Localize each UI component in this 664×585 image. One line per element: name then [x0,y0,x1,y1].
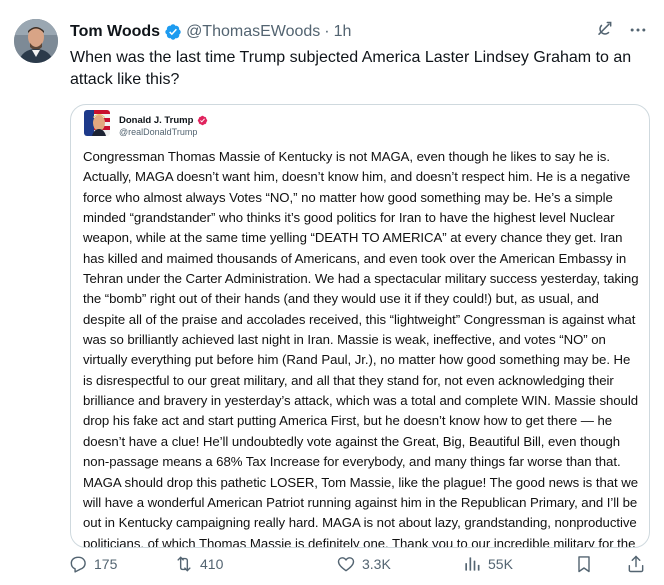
like-button[interactable]: 3.3K [336,554,391,574]
bookmark-button[interactable] [574,554,594,574]
quoted-post-image[interactable]: Donald J. Trump @realDonaldTrump Congres… [70,104,650,548]
reply-icon [68,554,88,574]
quote-handle: @realDonaldTrump [119,127,198,137]
quote-body-text: Congressman Thomas Massie of Kentucky is… [83,149,639,548]
like-icon [336,554,356,574]
avatar-photo [14,19,58,63]
verified-badge-icon [164,23,182,41]
quote-display-name-text: Donald J. Trump [119,115,194,126]
more-icon[interactable] [628,20,648,40]
share-button[interactable] [626,554,646,574]
separator-dot: · [324,23,330,40]
post-time[interactable]: 1h [334,23,352,41]
author-handle[interactable]: @ThomasEWoods [186,23,320,41]
repost-button[interactable]: 410 [174,554,223,574]
tweet-text: When was the last time Trump subjected A… [70,49,632,88]
views-count: 55K [488,556,513,572]
share-icon [626,554,646,574]
reply-button[interactable]: 175 [68,554,117,574]
quote-verified-icon [197,115,208,126]
repost-count: 410 [200,556,224,572]
views-button[interactable]: 55K [462,554,513,574]
like-count: 3.3K [362,556,391,572]
action-bar: 175 410 3.3K 55K [66,552,656,576]
reply-count: 175 [94,556,118,572]
quote-avatar [84,110,110,136]
author-display-name[interactable]: Tom Woods [70,23,160,41]
quote-display-name: Donald J. Trump [119,115,208,126]
grok-icon[interactable] [594,20,614,40]
header-actions [594,20,648,40]
bookmark-icon [574,554,594,574]
author-avatar[interactable] [14,19,58,63]
views-icon [462,554,482,574]
repost-icon [174,554,194,574]
tweet: Tom Woods @ThomasEWoods · 1h When was th… [0,0,664,585]
tweet-header: Tom Woods @ThomasEWoods · 1h [70,20,648,44]
